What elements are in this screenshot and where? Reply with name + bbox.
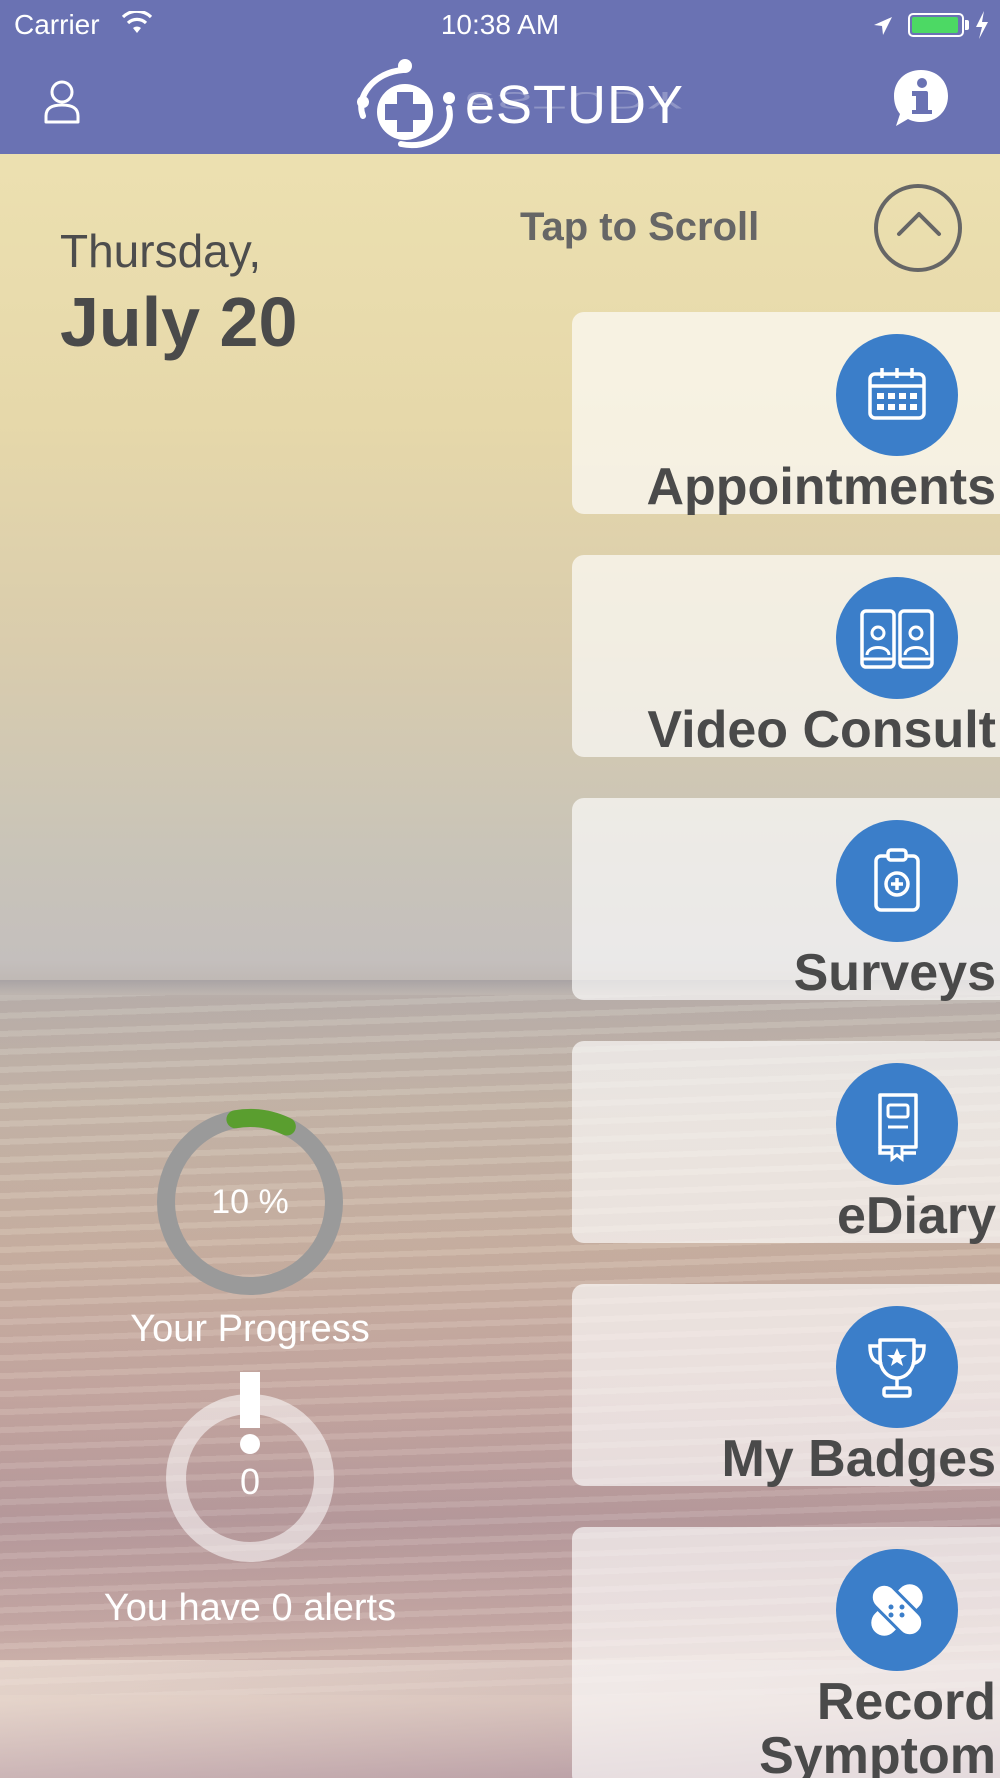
bandage-icon <box>836 1549 958 1671</box>
video-consult-icon <box>836 577 958 699</box>
diary-book-icon <box>836 1063 958 1185</box>
menu-card-record-symptom[interactable]: Record Symptom <box>572 1527 1000 1778</box>
clock-time: 10:38 AM <box>440 9 560 40</box>
progress-percent: 10 % <box>211 1183 289 1221</box>
exclamation-icon <box>240 1372 260 1454</box>
clipboard-icon <box>836 820 958 942</box>
estudy-logo: eSTUDY eSTUDY <box>345 56 684 152</box>
chevron-up-icon <box>897 212 941 236</box>
date-day: July 20 <box>60 283 298 361</box>
menu-card-label: My Badges <box>721 1430 996 1488</box>
alerts-label: You have 0 alerts <box>103 1587 397 1629</box>
menu-card-label: Appointments <box>646 458 996 516</box>
date-weekday: Thursday, <box>60 225 262 277</box>
battery-nub <box>965 20 969 30</box>
charging-icon <box>974 11 990 46</box>
alert-count: 0 <box>239 1461 261 1502</box>
menu-card-label: Surveys <box>793 944 996 1002</box>
tap-to-scroll-label: Tap to Scroll <box>520 205 760 249</box>
app-title-reflection: eSTUDY <box>465 86 685 114</box>
info-icon[interactable] <box>890 66 952 135</box>
location-arrow-icon <box>872 12 894 44</box>
menu-card-video-consult[interactable]: Video Consult <box>572 555 1000 757</box>
menu-card-label: eDiary <box>837 1187 996 1245</box>
user-icon[interactable] <box>42 78 82 129</box>
menu-card-my-badges[interactable]: My Badges <box>572 1284 1000 1486</box>
nav-bar: eSTUDY eSTUDY <box>0 50 1000 154</box>
medical-cross-logo-icon <box>357 59 455 149</box>
scroll-up-button[interactable] <box>874 184 962 272</box>
menu-card-appointments[interactable]: Appointments <box>572 312 1000 514</box>
menu-card-label: Video Consult <box>647 701 996 759</box>
menu-card-ediary[interactable]: eDiary <box>572 1041 1000 1243</box>
progress-label: Your Progress <box>130 1308 370 1350</box>
status-bar: Carrier 10:38 AM <box>0 0 1000 50</box>
calendar-icon <box>836 334 958 456</box>
menu-card-surveys[interactable]: Surveys <box>572 798 1000 1000</box>
battery-level <box>912 17 958 33</box>
trophy-icon <box>836 1306 958 1428</box>
menu-card-label: Record Symptom <box>759 1673 996 1778</box>
battery-icon <box>908 13 964 37</box>
